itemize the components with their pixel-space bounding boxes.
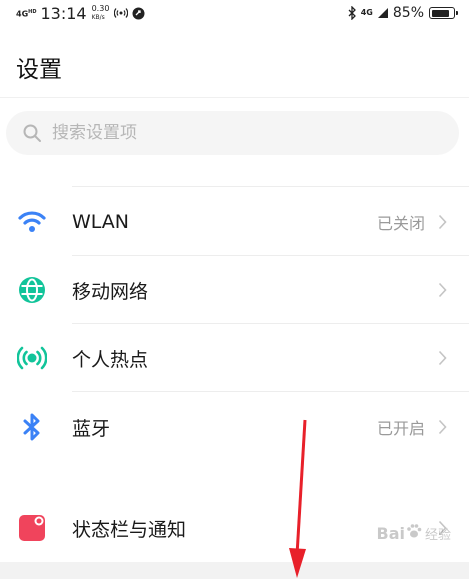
annotation-arrow xyxy=(289,419,307,578)
